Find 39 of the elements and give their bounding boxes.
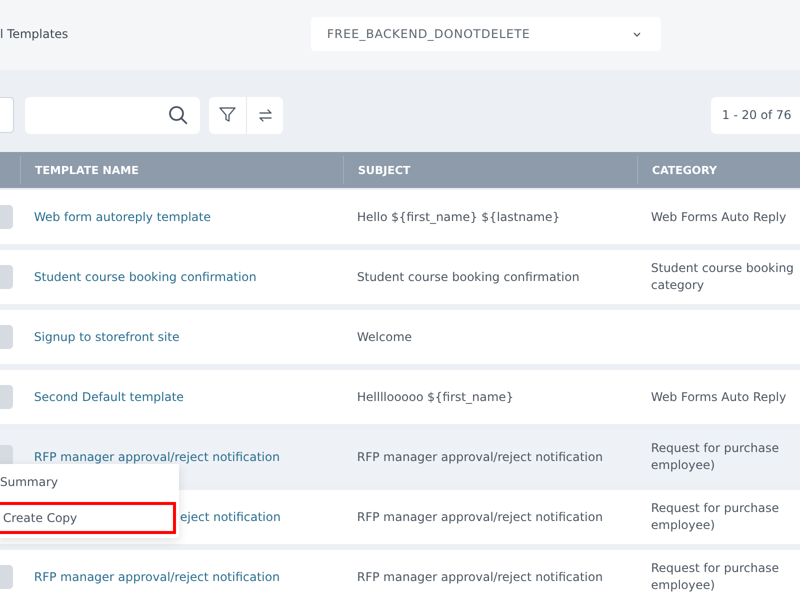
table-cell: Hello ${first_name} ${lastname} [357, 210, 560, 224]
table-cell: RFP manager approval/reject notification [357, 450, 603, 464]
table-cell: Hellllooooo ${first_name} [357, 390, 514, 404]
table-cell: Web Forms Auto Reply [651, 208, 786, 226]
search-field[interactable] [25, 96, 200, 134]
table-row[interactable]: RFP manager approval/reject notification RFP manager approval/reject notification Request for purchase employee) [0, 550, 800, 600]
pagination-label: 1 - 20 of 76 [711, 96, 800, 134]
table-cell: RFP manager approval/reject notification [357, 570, 603, 584]
swap-arrows-icon [258, 108, 272, 122]
table-cell: RFP manager approval/reject notification [357, 510, 603, 524]
table-row[interactable]: Second Default template Hellllooooo ${first_name} Web Forms Auto Reply [0, 370, 800, 424]
page-title: l Templates [0, 27, 70, 41]
template-link[interactable]: Web form autoreply template [34, 210, 211, 224]
table-cell: Request for purchase employee) [651, 440, 779, 474]
table-cell: Web Forms Auto Reply [651, 388, 786, 406]
table-row[interactable]: Signup to storefront site Welcome [0, 310, 800, 364]
row-action-button[interactable] [0, 565, 13, 589]
table-cell: Request for purchase employee) [651, 560, 779, 594]
table-cell: Student course booking category [651, 260, 794, 294]
search-icon [168, 105, 188, 125]
row-action-button[interactable] [0, 385, 13, 409]
template-link[interactable]: Signup to storefront site [34, 330, 180, 344]
template-link[interactable]: RFP manager approval/reject notification [34, 450, 280, 464]
account-dropdown[interactable]: FREE_BACKEND_DONOTDELETE [311, 17, 661, 51]
template-link[interactable]: eject notification [180, 510, 281, 524]
table-row[interactable]: Student course booking confirmation Student course booking confirmation Student course booking category [0, 250, 800, 304]
chevron-down-icon [633, 32, 641, 36]
row-action-button[interactable] [0, 325, 13, 349]
row-action-button[interactable] [0, 205, 13, 229]
filter-icon [219, 107, 236, 123]
table-row[interactable]: Web form autoreply template Hello ${first_name} ${lastname} Web Forms Auto Reply [0, 190, 800, 244]
template-link[interactable]: Second Default template [34, 390, 184, 404]
menu-item[interactable]: Create Copy [0, 502, 176, 534]
table-cell: Student course booking confirmation [357, 270, 580, 284]
table-cell: Request for purchase employee) [651, 500, 779, 534]
row-action-button[interactable] [0, 265, 13, 289]
template-link[interactable]: RFP manager approval/reject notification [34, 570, 280, 584]
template-link[interactable]: Student course booking confirmation [34, 270, 256, 284]
table-cell: Welcome [357, 330, 412, 344]
